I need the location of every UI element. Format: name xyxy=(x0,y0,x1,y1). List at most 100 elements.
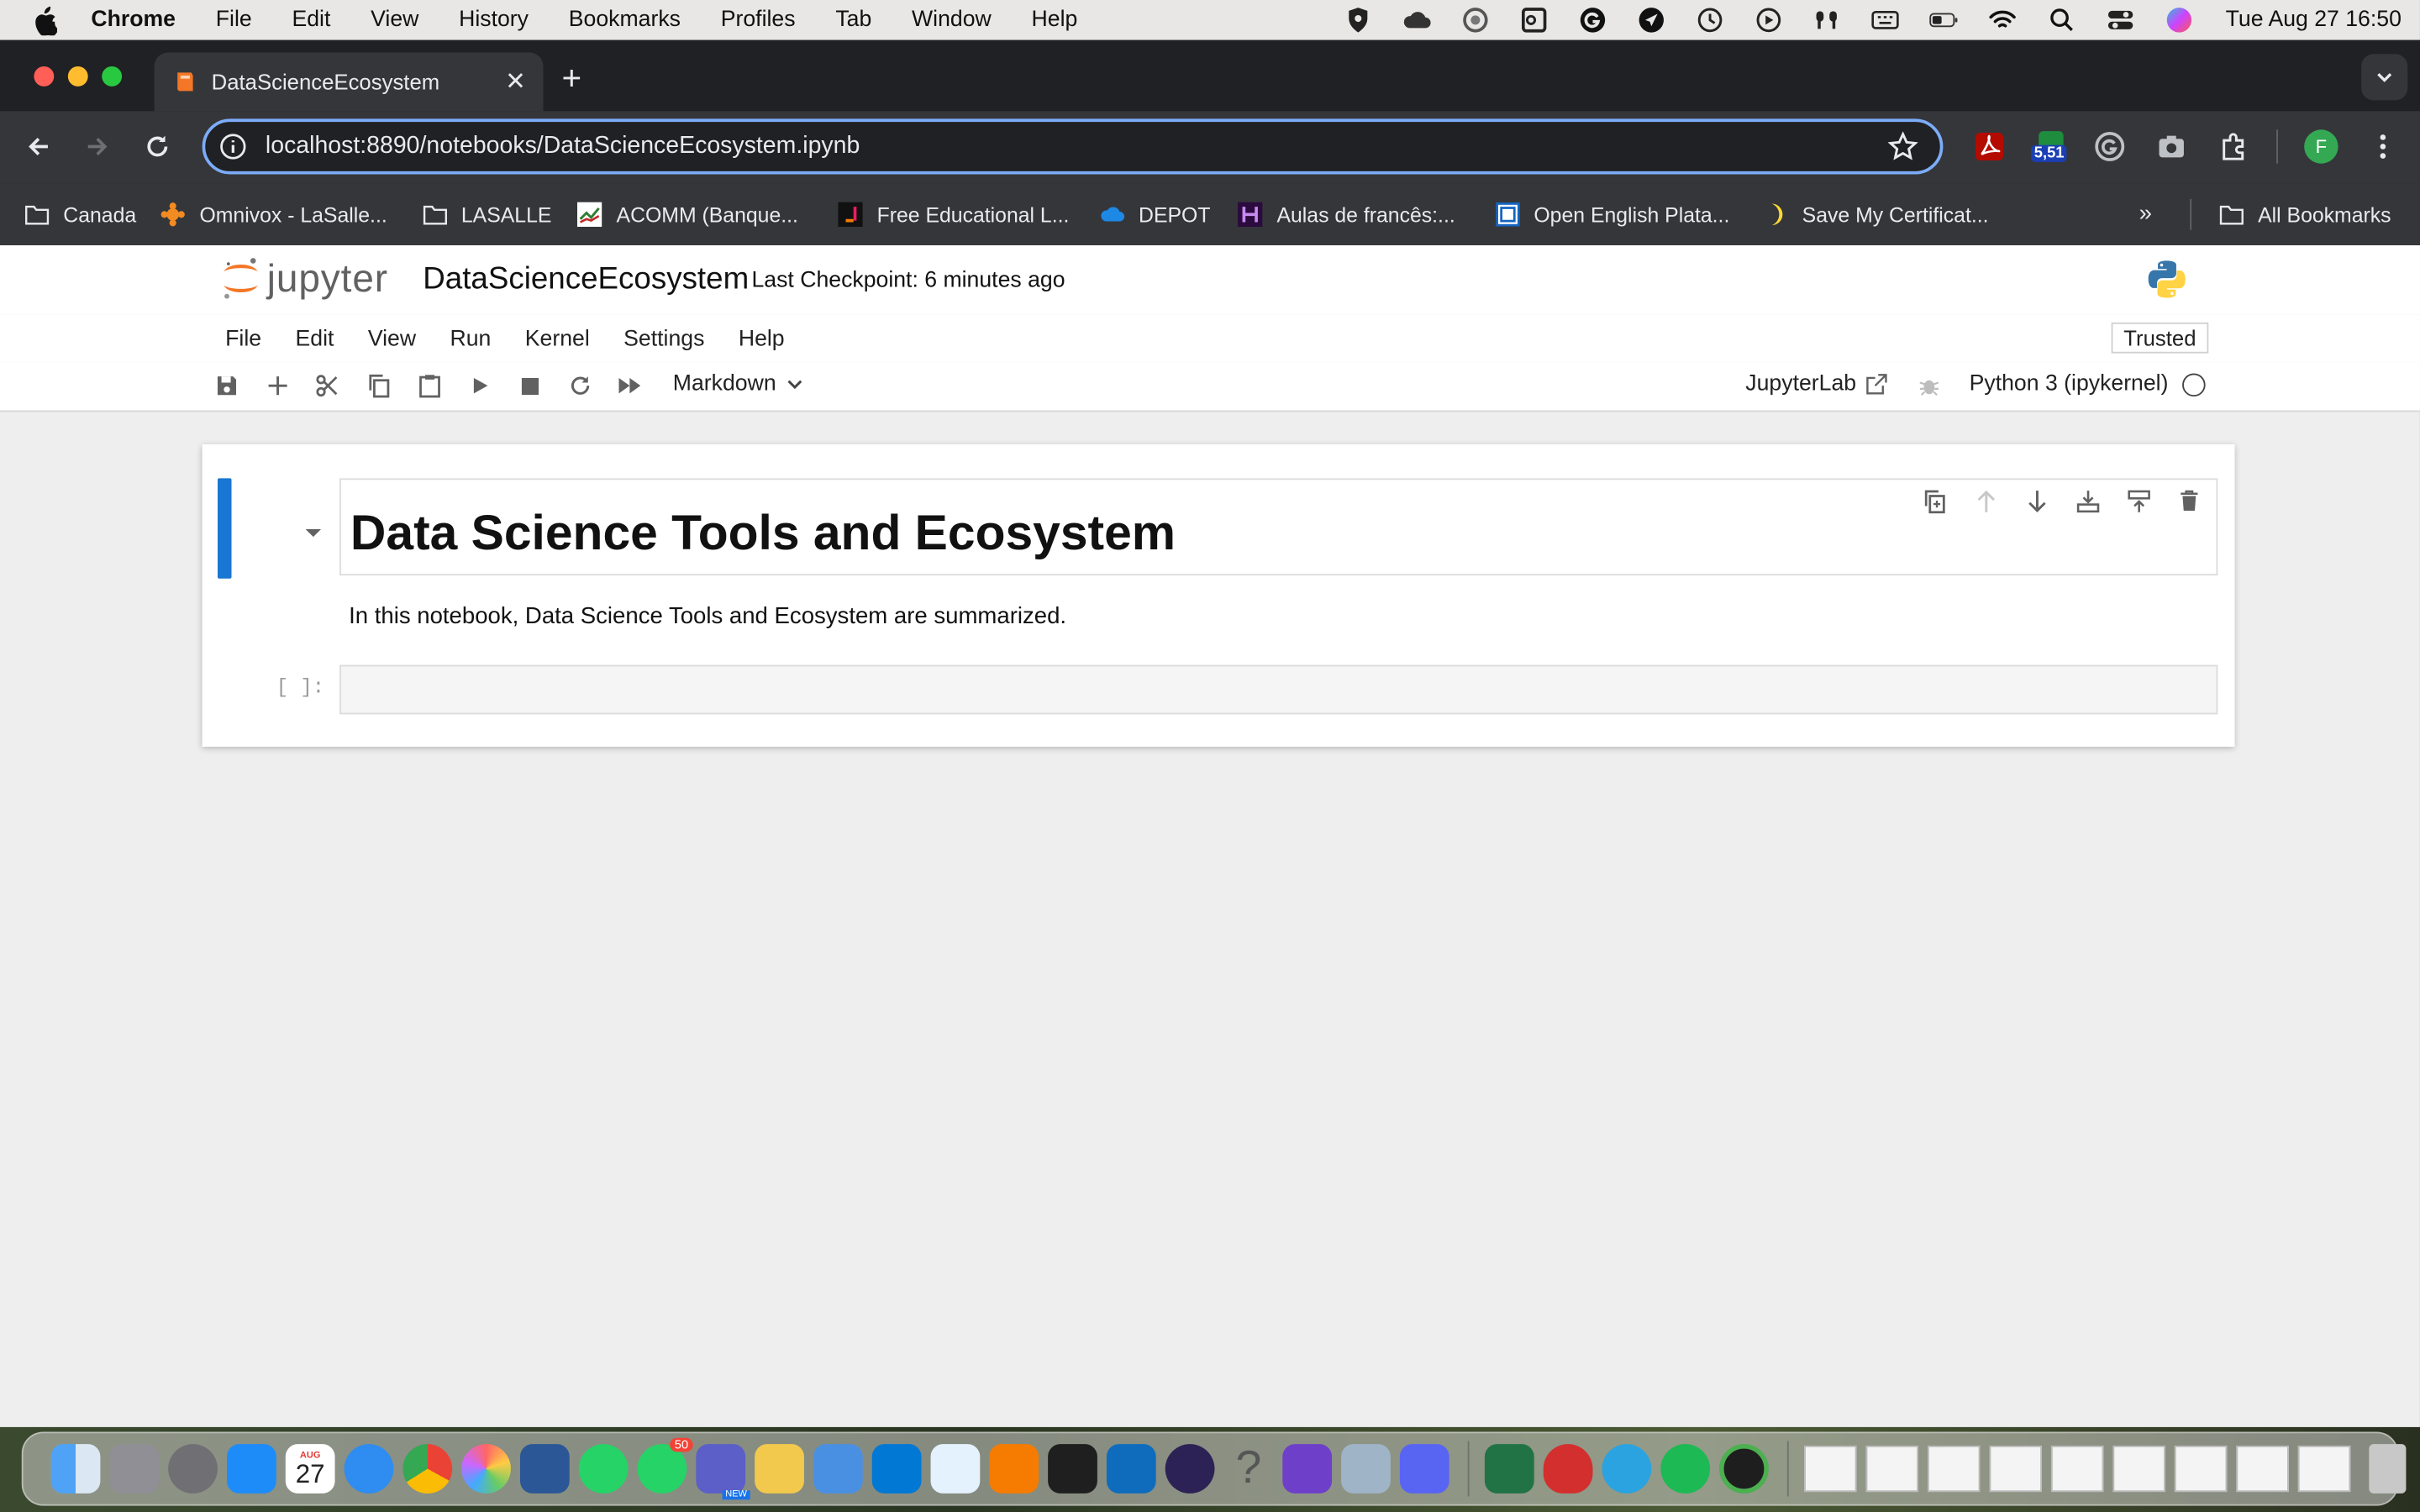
keyboard-status-icon[interactable] xyxy=(1870,5,1900,34)
extensions-puzzle-icon[interactable] xyxy=(2217,129,2250,163)
address-bar-url[interactable]: localhost:8890/notebooks/DataScienceEcos… xyxy=(266,133,1887,160)
shield-status-icon[interactable] xyxy=(1343,5,1372,34)
browser-tab-active[interactable]: DataScienceEcosystem ✕ xyxy=(154,52,544,112)
duplicate-cell-icon[interactable] xyxy=(1920,486,1949,516)
copy-icon[interactable] xyxy=(366,373,390,398)
battery-icon[interactable] xyxy=(1929,5,1959,34)
menubar-tab[interactable]: Tab xyxy=(835,8,871,32)
excel-icon[interactable] xyxy=(1484,1444,1534,1494)
profile-avatar[interactable]: F xyxy=(2304,129,2338,164)
chrome-icon[interactable] xyxy=(402,1444,453,1494)
bookmark-save-my-certificate[interactable]: Save My Certificat... xyxy=(1764,202,1989,227)
menubar-clock[interactable]: Tue Aug 27 16:50 xyxy=(2226,8,2402,32)
bookmark-canada[interactable]: Canada xyxy=(24,202,136,227)
activity-status-icon[interactable] xyxy=(1460,5,1490,34)
siri-icon[interactable] xyxy=(2164,5,2193,34)
bookmark-lasalle[interactable]: LASALLE xyxy=(423,202,551,227)
time-machine-icon[interactable] xyxy=(1695,5,1724,34)
stop-icon[interactable] xyxy=(517,373,541,397)
outlook-status-icon[interactable] xyxy=(1518,5,1548,34)
control-center-icon[interactable] xyxy=(2105,5,2134,34)
vscode-icon[interactable] xyxy=(871,1444,922,1494)
address-bar[interactable]: localhost:8890/notebooks/DataScienceEcos… xyxy=(202,118,1944,175)
cloud-status-icon[interactable] xyxy=(1402,5,1431,34)
reload-button[interactable] xyxy=(140,129,174,163)
trusted-indicator[interactable]: Trusted xyxy=(2111,322,2209,354)
word-icon[interactable] xyxy=(519,1444,570,1494)
github-desktop-icon[interactable] xyxy=(1282,1444,1333,1494)
discord-icon[interactable] xyxy=(1399,1444,1449,1494)
run-icon[interactable] xyxy=(468,373,492,397)
airpods-icon[interactable] xyxy=(1812,5,1841,34)
forward-button[interactable] xyxy=(81,129,114,163)
launchpad-icon[interactable] xyxy=(109,1444,160,1494)
bookmark-omnivox[interactable]: Omnivox - LaSalle... xyxy=(161,202,387,227)
instruments-icon[interactable] xyxy=(930,1444,981,1494)
menubar-edit[interactable]: Edit xyxy=(292,8,330,32)
fast-forward-icon[interactable] xyxy=(618,373,642,397)
python-launcher-icon[interactable] xyxy=(755,1444,804,1494)
move-cell-down-icon[interactable] xyxy=(2022,486,2051,516)
wifi-icon[interactable] xyxy=(1988,5,2018,34)
delete-cell-icon[interactable] xyxy=(2175,486,2204,516)
whatsapp-business-icon[interactable]: 50 xyxy=(637,1437,693,1494)
preview-icon[interactable] xyxy=(1341,1444,1391,1494)
system-settings-icon[interactable] xyxy=(168,1444,218,1494)
jupyter-menu-file[interactable]: File xyxy=(225,326,261,350)
close-window-button[interactable] xyxy=(34,66,55,87)
jupyter-menu-help[interactable]: Help xyxy=(739,326,785,350)
collapse-heading-caret-icon[interactable] xyxy=(302,522,324,543)
xcode-icon[interactable] xyxy=(813,1444,863,1494)
terminal-icon[interactable] xyxy=(1048,1444,1097,1494)
move-cell-up-icon[interactable] xyxy=(1970,486,2000,516)
bookmark-aulas[interactable]: Aulas de francês:... xyxy=(1238,202,1455,227)
document-thumbnail[interactable] xyxy=(2297,1445,2351,1493)
telegram-icon[interactable] xyxy=(1602,1444,1652,1494)
add-cell-icon[interactable] xyxy=(266,373,290,397)
grammarly-status-icon[interactable] xyxy=(1577,5,1607,34)
safari-icon[interactable] xyxy=(344,1444,394,1494)
trash-icon[interactable] xyxy=(2369,1444,2407,1494)
swift-playgrounds-icon[interactable] xyxy=(989,1444,1039,1494)
insert-cell-below-icon[interactable] xyxy=(2123,486,2153,516)
teams-icon[interactable]: NEW xyxy=(696,1444,750,1500)
cut-icon[interactable] xyxy=(315,373,339,397)
menubar-window[interactable]: Window xyxy=(912,8,992,32)
whatsapp-icon[interactable] xyxy=(578,1444,629,1494)
bookmark-open-english[interactable]: Open English Plata... xyxy=(1495,202,1729,227)
menubar-view[interactable]: View xyxy=(371,8,418,32)
document-thumbnail[interactable] xyxy=(2050,1445,2104,1493)
activity-ring-icon[interactable] xyxy=(1719,1444,1769,1494)
document-thumbnail[interactable] xyxy=(1865,1445,1919,1493)
app-store-icon[interactable] xyxy=(226,1444,276,1494)
save-icon[interactable] xyxy=(214,373,239,397)
outlook-icon[interactable] xyxy=(1106,1444,1156,1494)
debugger-bug-icon[interactable] xyxy=(1917,373,1941,397)
acrobat-extension-icon[interactable] xyxy=(1972,129,2006,163)
markdown-paragraph[interactable]: In this notebook, Data Science Tools and… xyxy=(349,603,1066,629)
spotlight-search-icon[interactable] xyxy=(2047,5,2076,34)
menubar-file[interactable]: File xyxy=(216,8,252,32)
chrome-menu-button[interactable] xyxy=(2366,129,2400,163)
bookmark-star-icon[interactable] xyxy=(1887,131,1918,162)
help-question-icon[interactable]: ? xyxy=(1224,1443,1274,1494)
jupyter-menu-settings[interactable]: Settings xyxy=(623,326,704,350)
photos-icon[interactable] xyxy=(461,1444,511,1494)
paste-icon[interactable] xyxy=(417,373,441,398)
jupyter-menu-view[interactable]: View xyxy=(368,326,416,350)
apple-icon[interactable] xyxy=(33,5,60,35)
document-thumbnail[interactable] xyxy=(2112,1445,2165,1493)
markdown-cell-heading[interactable]: Data Science Tools and Ecosystem xyxy=(339,478,2218,576)
jupyter-logo[interactable]: jupyter xyxy=(221,255,388,304)
finder-icon[interactable] xyxy=(50,1444,101,1494)
cell-type-dropdown[interactable]: Markdown xyxy=(673,372,804,396)
tab-search-button[interactable] xyxy=(2361,54,2408,101)
jupyter-menu-run[interactable]: Run xyxy=(450,326,491,350)
open-jupyterlab-link[interactable]: JupyterLab xyxy=(1745,372,1887,396)
document-thumbnail[interactable] xyxy=(2174,1445,2228,1493)
menubar-app-name[interactable]: Chrome xyxy=(91,8,176,32)
minimize-window-button[interactable] xyxy=(67,66,88,87)
navigate-status-icon[interactable] xyxy=(1636,5,1665,34)
bookmark-depot[interactable]: DEPOT xyxy=(1100,202,1210,227)
insert-cell-above-icon[interactable] xyxy=(2073,486,2102,516)
